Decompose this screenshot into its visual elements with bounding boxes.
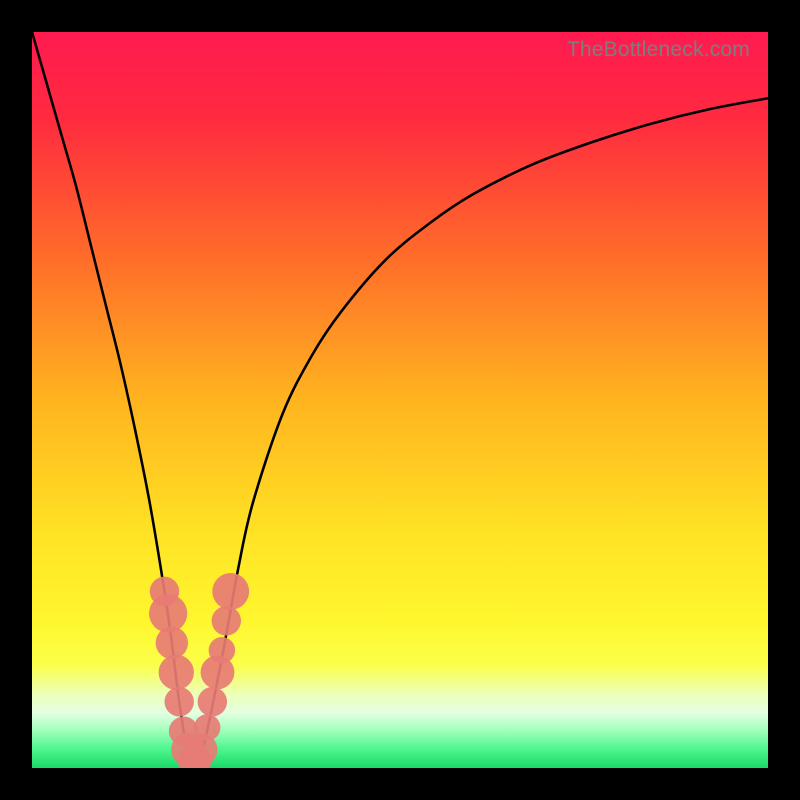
watermark-text: TheBottleneck.com [567, 38, 750, 62]
data-marker [198, 687, 227, 716]
data-marker [194, 714, 220, 740]
data-marker [212, 606, 241, 635]
data-marker [156, 627, 188, 659]
outer-frame: TheBottleneck.com [0, 0, 800, 800]
plot-area: TheBottleneck.com [32, 32, 768, 768]
bottleneck-curve [32, 32, 768, 768]
data-marker [159, 655, 194, 690]
data-marker [149, 594, 187, 632]
data-marker [212, 573, 249, 610]
data-marker [209, 637, 235, 663]
data-marker [164, 687, 193, 716]
